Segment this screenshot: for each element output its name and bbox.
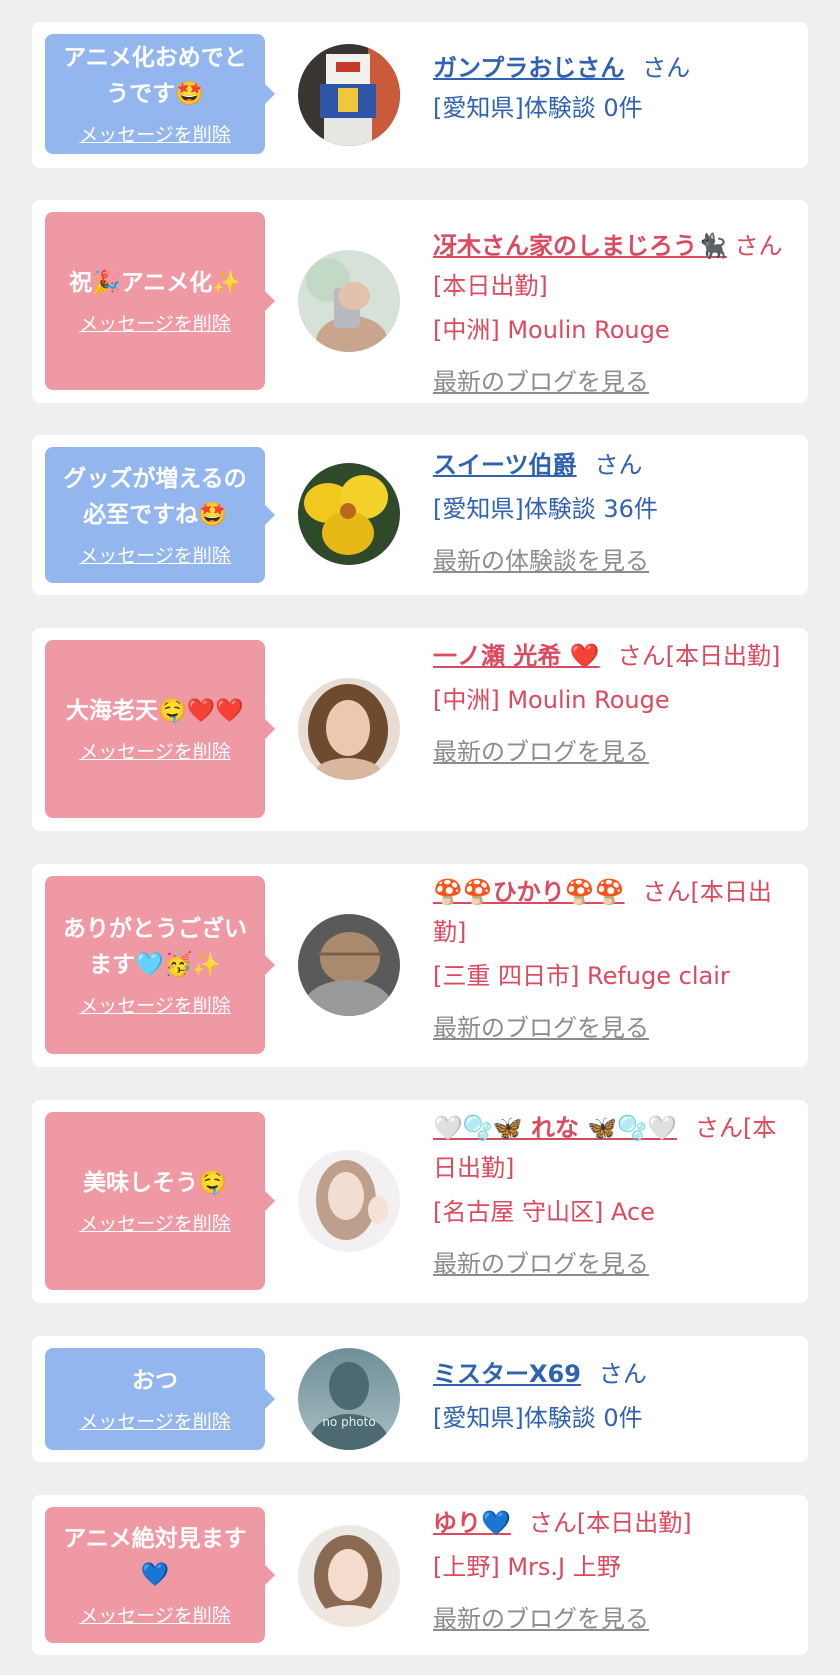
- message-card: アニメ化おめでとうです🤩 メッセージを削除 ガンプラおじさん さん [愛知県]体験…: [32, 22, 808, 168]
- delete-message-link[interactable]: メッセージを削除: [79, 1409, 231, 1435]
- sender-name-link[interactable]: 冴木さん家のしまじろう🐈‍⬛: [433, 232, 727, 260]
- message-card: グッズが増えるの必至ですね🤩 メッセージを削除 スイーツ伯爵 さん [愛知県]体験…: [32, 435, 808, 595]
- sender-name-link[interactable]: ミスターX69: [433, 1360, 581, 1388]
- sender-name-link[interactable]: 🍄🍄ひかり🍄🍄: [433, 878, 625, 906]
- message-card: 美味しそう🤤 メッセージを削除 🤍🫧🦋 れな 🦋🫧🤍 さん[本日出勤] [名古屋 …: [32, 1100, 808, 1303]
- sender-name-link[interactable]: スイーツ伯爵: [433, 451, 577, 479]
- sender-location: [上野] Mrs.J 上野: [433, 1553, 621, 1581]
- sender-location: [愛知県]体験談 0件: [433, 94, 643, 122]
- no-photo-label: no photo: [322, 1415, 375, 1429]
- message-text: アニメ化おめでとうです🤩: [63, 45, 247, 107]
- message-text: おつ: [132, 1368, 178, 1394]
- sender-name-link[interactable]: ガンプラおじさん: [433, 54, 624, 82]
- message-bubble: ありがとうございます🩵🥳✨ メッセージを削除: [45, 876, 275, 1054]
- avatar[interactable]: [298, 1525, 400, 1627]
- delete-message-link[interactable]: メッセージを削除: [79, 543, 231, 569]
- delete-message-link[interactable]: メッセージを削除: [79, 993, 231, 1019]
- message-text: アニメ絶対見ます💙: [63, 1526, 247, 1588]
- sender-location: [愛知県]体験談 36件: [433, 495, 658, 523]
- latest-blog-link[interactable]: 最新のブログを見る: [433, 362, 649, 402]
- sender-suffix: さん[本日出勤]: [528, 1509, 692, 1537]
- delete-message-link[interactable]: メッセージを削除: [79, 1603, 231, 1629]
- message-text: グッズが増えるの必至ですね🤩: [63, 466, 247, 528]
- message-card: ありがとうございます🩵🥳✨ メッセージを削除 🍄🍄ひかり🍄🍄 さん[本日出勤] […: [32, 864, 808, 1067]
- sender-suffix: さん: [642, 54, 691, 82]
- sender-info: スイーツ伯爵 さん [愛知県]体験談 36件 最新の体験談を見る: [433, 445, 793, 581]
- delete-message-link[interactable]: メッセージを削除: [79, 311, 231, 337]
- message-bubble: 大海老天🤤❤️❤️ メッセージを削除: [45, 640, 275, 818]
- message-bubble: アニメ絶対見ます💙 メッセージを削除: [45, 1507, 275, 1643]
- message-card: 祝🎉アニメ化✨ メッセージを削除 冴木さん家のしまじろう🐈‍⬛ さん[本日出勤]…: [32, 200, 808, 403]
- sender-name-link[interactable]: ゆり💙: [433, 1509, 511, 1537]
- sender-location: [中洲] Moulin Rouge: [433, 686, 670, 714]
- sender-info: 冴木さん家のしまじろう🐈‍⬛ さん[本日出勤] [中洲] Moulin Roug…: [433, 226, 793, 402]
- latest-blog-link[interactable]: 最新のブログを見る: [433, 1599, 649, 1639]
- sender-info: ガンプラおじさん さん [愛知県]体験談 0件: [433, 48, 793, 128]
- latest-blog-link[interactable]: 最新のブログを見る: [433, 1244, 649, 1284]
- sender-info: ゆり💙 さん[本日出勤] [上野] Mrs.J 上野 最新のブログを見る: [433, 1503, 793, 1639]
- sender-info: 🍄🍄ひかり🍄🍄 さん[本日出勤] [三重 四日市] Refuge clair 最新…: [433, 872, 793, 1048]
- sender-name-link[interactable]: 一ノ瀬 光希 ❤️: [433, 642, 600, 670]
- message-card: おつ メッセージを削除 no photo ミスターX69 さん [愛知県]体験談 …: [32, 1336, 808, 1462]
- delete-message-link[interactable]: メッセージを削除: [79, 1211, 231, 1237]
- avatar[interactable]: [298, 678, 400, 780]
- message-text: 祝🎉アニメ化✨: [69, 270, 241, 296]
- sender-suffix: さん: [598, 1360, 647, 1388]
- avatar[interactable]: [298, 463, 400, 565]
- sender-info: 🤍🫧🦋 れな 🦋🫧🤍 さん[本日出勤] [名古屋 守山区] Ace 最新のブログを…: [433, 1108, 793, 1284]
- message-bubble: グッズが増えるの必至ですね🤩 メッセージを削除: [45, 447, 275, 583]
- avatar[interactable]: no photo: [298, 1348, 400, 1450]
- avatar[interactable]: [298, 250, 400, 352]
- avatar[interactable]: [298, 1150, 400, 1252]
- avatar[interactable]: [298, 914, 400, 1016]
- latest-blog-link[interactable]: 最新のブログを見る: [433, 1008, 649, 1048]
- message-bubble: 美味しそう🤤 メッセージを削除: [45, 1112, 275, 1290]
- message-bubble: おつ メッセージを削除: [45, 1348, 275, 1450]
- message-bubble: 祝🎉アニメ化✨ メッセージを削除: [45, 212, 275, 390]
- latest-blog-link[interactable]: 最新のブログを見る: [433, 732, 649, 772]
- sender-info: 一ノ瀬 光希 ❤️ さん[本日出勤] [中洲] Moulin Rouge 最新のブ…: [433, 636, 793, 772]
- message-card: 大海老天🤤❤️❤️ メッセージを削除 一ノ瀬 光希 ❤️ さん[本日出勤] [中洲…: [32, 628, 808, 831]
- message-bubble: アニメ化おめでとうです🤩 メッセージを削除: [45, 34, 275, 154]
- delete-message-link[interactable]: メッセージを削除: [79, 122, 231, 148]
- sender-info: ミスターX69 さん [愛知県]体験談 0件: [433, 1354, 793, 1438]
- sender-location: [三重 四日市] Refuge clair: [433, 962, 730, 990]
- message-text: ありがとうございます🩵🥳✨: [63, 916, 247, 978]
- message-list: アニメ化おめでとうです🤩 メッセージを削除 ガンプラおじさん さん [愛知県]体験…: [0, 0, 840, 1675]
- message-text: 美味しそう🤤: [83, 1170, 227, 1196]
- sender-location: [愛知県]体験談 0件: [433, 1404, 643, 1432]
- latest-review-link[interactable]: 最新の体験談を見る: [433, 541, 649, 581]
- sender-location: [中洲] Moulin Rouge: [433, 316, 670, 344]
- message-text: 大海老天🤤❤️❤️: [66, 698, 244, 724]
- delete-message-link[interactable]: メッセージを削除: [79, 739, 231, 765]
- message-card: アニメ絶対見ます💙 メッセージを削除 ゆり💙 さん[本日出勤] [上野] Mrs.…: [32, 1495, 808, 1655]
- sender-location: [名古屋 守山区] Ace: [433, 1198, 655, 1226]
- avatar[interactable]: [298, 44, 400, 146]
- sender-suffix: さん: [594, 451, 643, 479]
- sender-name-link[interactable]: 🤍🫧🦋 れな 🦋🫧🤍: [433, 1114, 677, 1142]
- sender-suffix: さん[本日出勤]: [617, 642, 781, 670]
